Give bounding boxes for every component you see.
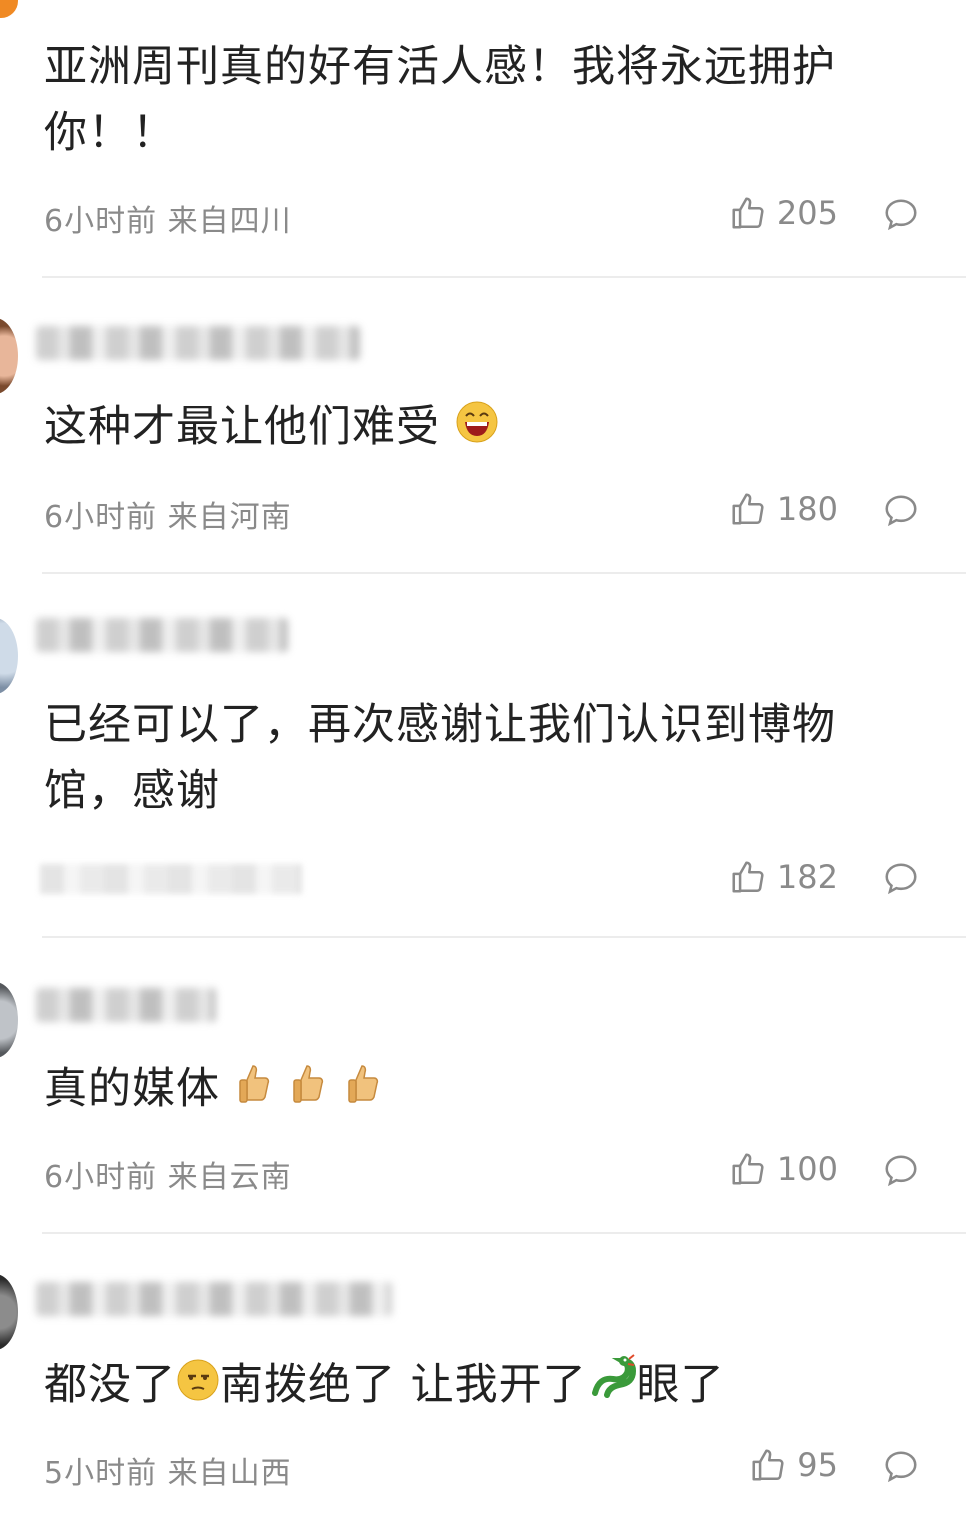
comment-meta: 6小时前 来自云南: [44, 1160, 292, 1195]
username-obscured[interactable]: [36, 1282, 392, 1316]
reply-button[interactable]: [882, 1152, 920, 1190]
avatar[interactable]: [0, 618, 18, 694]
meta-obscured: [40, 864, 302, 894]
like-count: 182: [776, 858, 838, 896]
avatar-badge: [0, 0, 18, 18]
comment-item: 真的媒体 6小时前 来自云南 100: [0, 938, 966, 1234]
comment-meta: 6小时前 来自河南: [44, 500, 292, 535]
dragon-icon: [587, 1353, 637, 1422]
thumbs-up-icon: [729, 194, 767, 232]
comment-item: 已经可以了，再次感谢让我们认识到博物 馆，感谢 182: [0, 574, 966, 938]
comment-bubble-icon: [885, 495, 917, 527]
avatar[interactable]: [0, 982, 18, 1058]
avatar[interactable]: [0, 1274, 18, 1350]
reply-button[interactable]: [882, 860, 920, 898]
thinking-face-icon: [176, 1355, 220, 1421]
username-obscured[interactable]: [36, 988, 216, 1022]
comment-bubble-icon: [885, 1155, 917, 1187]
comment-bubble-icon: [885, 863, 917, 895]
comment-bubble-icon: [885, 199, 917, 231]
comment-text: 这种才最让他们难受: [44, 394, 924, 463]
username-obscured[interactable]: [36, 326, 360, 360]
comment-meta: 6小时前 来自四川: [44, 204, 292, 239]
like-button[interactable]: 180: [729, 490, 838, 528]
reply-button[interactable]: [882, 196, 920, 234]
like-button[interactable]: 95: [749, 1446, 838, 1484]
comment-text: 亚洲周刊真的好有活人感！我将永远拥护 你！！: [44, 42, 836, 158]
reply-button[interactable]: [882, 492, 920, 530]
comment-text: 都没了 南拨绝了 让我开了 眼了: [44, 1352, 924, 1422]
comment-meta: 5小时前 来自山西: [44, 1456, 292, 1491]
laughing-face-icon: [455, 397, 499, 463]
thumbs-up-emoji-icon: [235, 1059, 275, 1125]
thumbs-up-icon: [729, 858, 767, 896]
comment-text: 真的媒体: [44, 1056, 924, 1125]
reply-button[interactable]: [882, 1448, 920, 1486]
like-count: 95: [797, 1446, 838, 1484]
username-obscured[interactable]: [36, 618, 288, 652]
thumbs-up-icon: [729, 490, 767, 528]
thumbs-up-icon: [749, 1446, 787, 1484]
comment-item: 亚洲周刊真的好有活人感！我将永远拥护 你！！ 6小时前 来自四川 205: [0, 0, 966, 278]
thumbs-up-emoji-icon: [289, 1059, 329, 1125]
comment-item: 这种才最让他们难受 6小时前 来自河南 180: [0, 278, 966, 574]
like-count: 100: [776, 1150, 838, 1188]
comment-item: 都没了 南拨绝了 让我开了 眼了 5小时前 来自山西 95: [0, 1234, 966, 1526]
like-count: 180: [776, 490, 838, 528]
like-button[interactable]: 205: [729, 194, 838, 232]
avatar[interactable]: [0, 318, 18, 394]
like-count: 205: [776, 194, 838, 232]
thumbs-up-icon: [729, 1150, 767, 1188]
comment-text: 已经可以了，再次感谢让我们认识到博物 馆，感谢: [44, 700, 836, 816]
like-button[interactable]: 182: [729, 858, 838, 896]
like-button[interactable]: 100: [729, 1150, 838, 1188]
thumbs-up-emoji-icon: [344, 1059, 384, 1125]
comment-bubble-icon: [885, 1451, 917, 1483]
